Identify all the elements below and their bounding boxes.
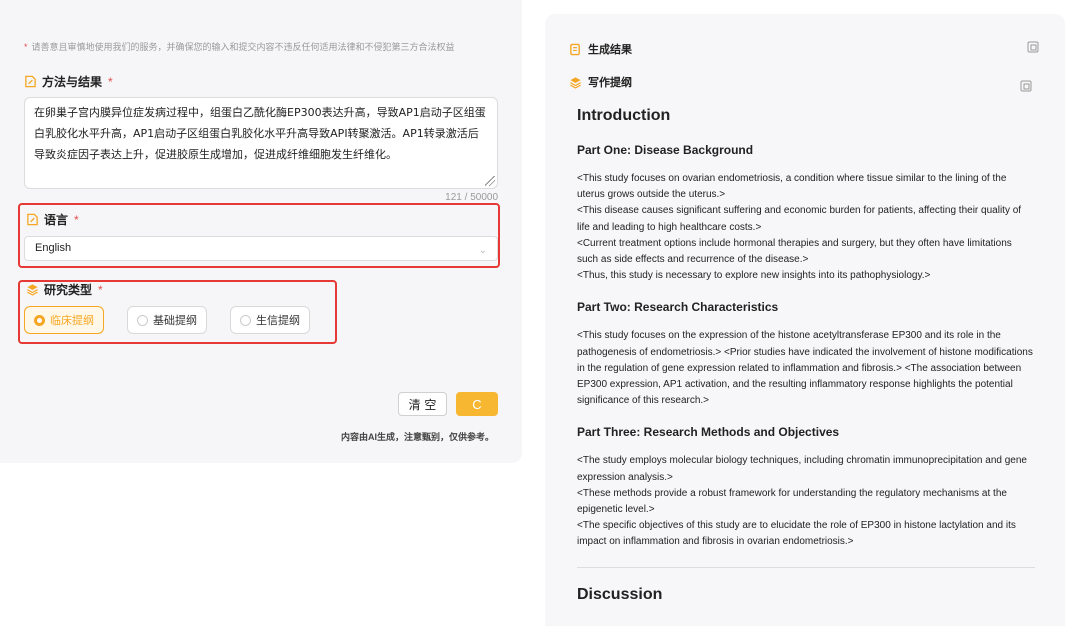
result-panel: 生成结果 写作提纲 Introduction Part One: Disease… — [545, 14, 1065, 626]
layers-icon — [570, 76, 581, 89]
outline-subtitle: 写作提纲 — [569, 74, 632, 90]
method-textarea[interactable]: 在卵巢子宫内膜异位症发病过程中，组蛋白乙酰化酶EP300表达升高，导致AP1启动… — [24, 97, 498, 189]
language-select[interactable]: English ⌄ — [24, 236, 498, 261]
result-title: 生成结果 — [569, 41, 632, 57]
resize-handle[interactable] — [485, 176, 495, 186]
radio-dot — [240, 314, 251, 326]
radio-basic-outline[interactable]: 基础提纲 — [127, 306, 207, 334]
part-three-heading: Part Three: Research Methods and Objecti… — [577, 425, 840, 440]
usage-notice: * 请善意且审慎地使用我们的服务，并确保您的输入和提交内容不违反任何适用法律和不侵… — [24, 42, 455, 52]
copy-icon[interactable] — [1027, 41, 1039, 53]
divider — [577, 566, 1035, 568]
clear-button[interactable]: 清 空 — [398, 392, 447, 416]
part-two-text: <This study focuses on the expression of… — [577, 330, 1033, 407]
discussion-heading: Discussion — [577, 585, 663, 603]
chevron-down-icon: ⌄ — [478, 245, 487, 256]
document-icon — [570, 43, 580, 55]
part-one-text: <This study focuses on ovarian endometri… — [577, 173, 1022, 282]
method-label: 方法与结果 * — [24, 73, 113, 90]
radio-dot — [34, 314, 45, 326]
edit-note-icon — [25, 75, 36, 88]
language-label: 语言 * — [26, 211, 79, 228]
intro-heading: Introduction — [577, 107, 671, 124]
generate-button[interactable]: C — [456, 392, 498, 416]
ai-disclaimer: 内容由AI生成，注意甄别，仅供参考。 — [340, 432, 494, 442]
radio-bioinfo-outline[interactable]: 生信提纲 — [230, 306, 310, 334]
part-two-heading: Part Two: Research Characteristics — [577, 300, 779, 315]
char-count: 121 / 50000 — [445, 192, 498, 203]
refresh-icon: C — [472, 396, 482, 412]
outline-content: Introduction Part One: Disease Backgroun… — [577, 107, 1035, 604]
copy-icon[interactable] — [1020, 80, 1032, 92]
edit-note-icon — [27, 213, 38, 226]
part-one-heading: Part One: Disease Background — [577, 143, 754, 157]
radio-clinical-outline[interactable]: 临床提纲 — [24, 306, 104, 334]
input-panel: * 请善意且审慎地使用我们的服务，并确保您的输入和提交内容不违反任何适用法律和不侵… — [0, 0, 522, 463]
research-type-label: 研究类型 * — [26, 281, 103, 298]
layers-icon — [27, 284, 38, 296]
radio-dot — [137, 314, 148, 326]
part-three-text: <The study employs molecular biology tec… — [577, 455, 1027, 548]
